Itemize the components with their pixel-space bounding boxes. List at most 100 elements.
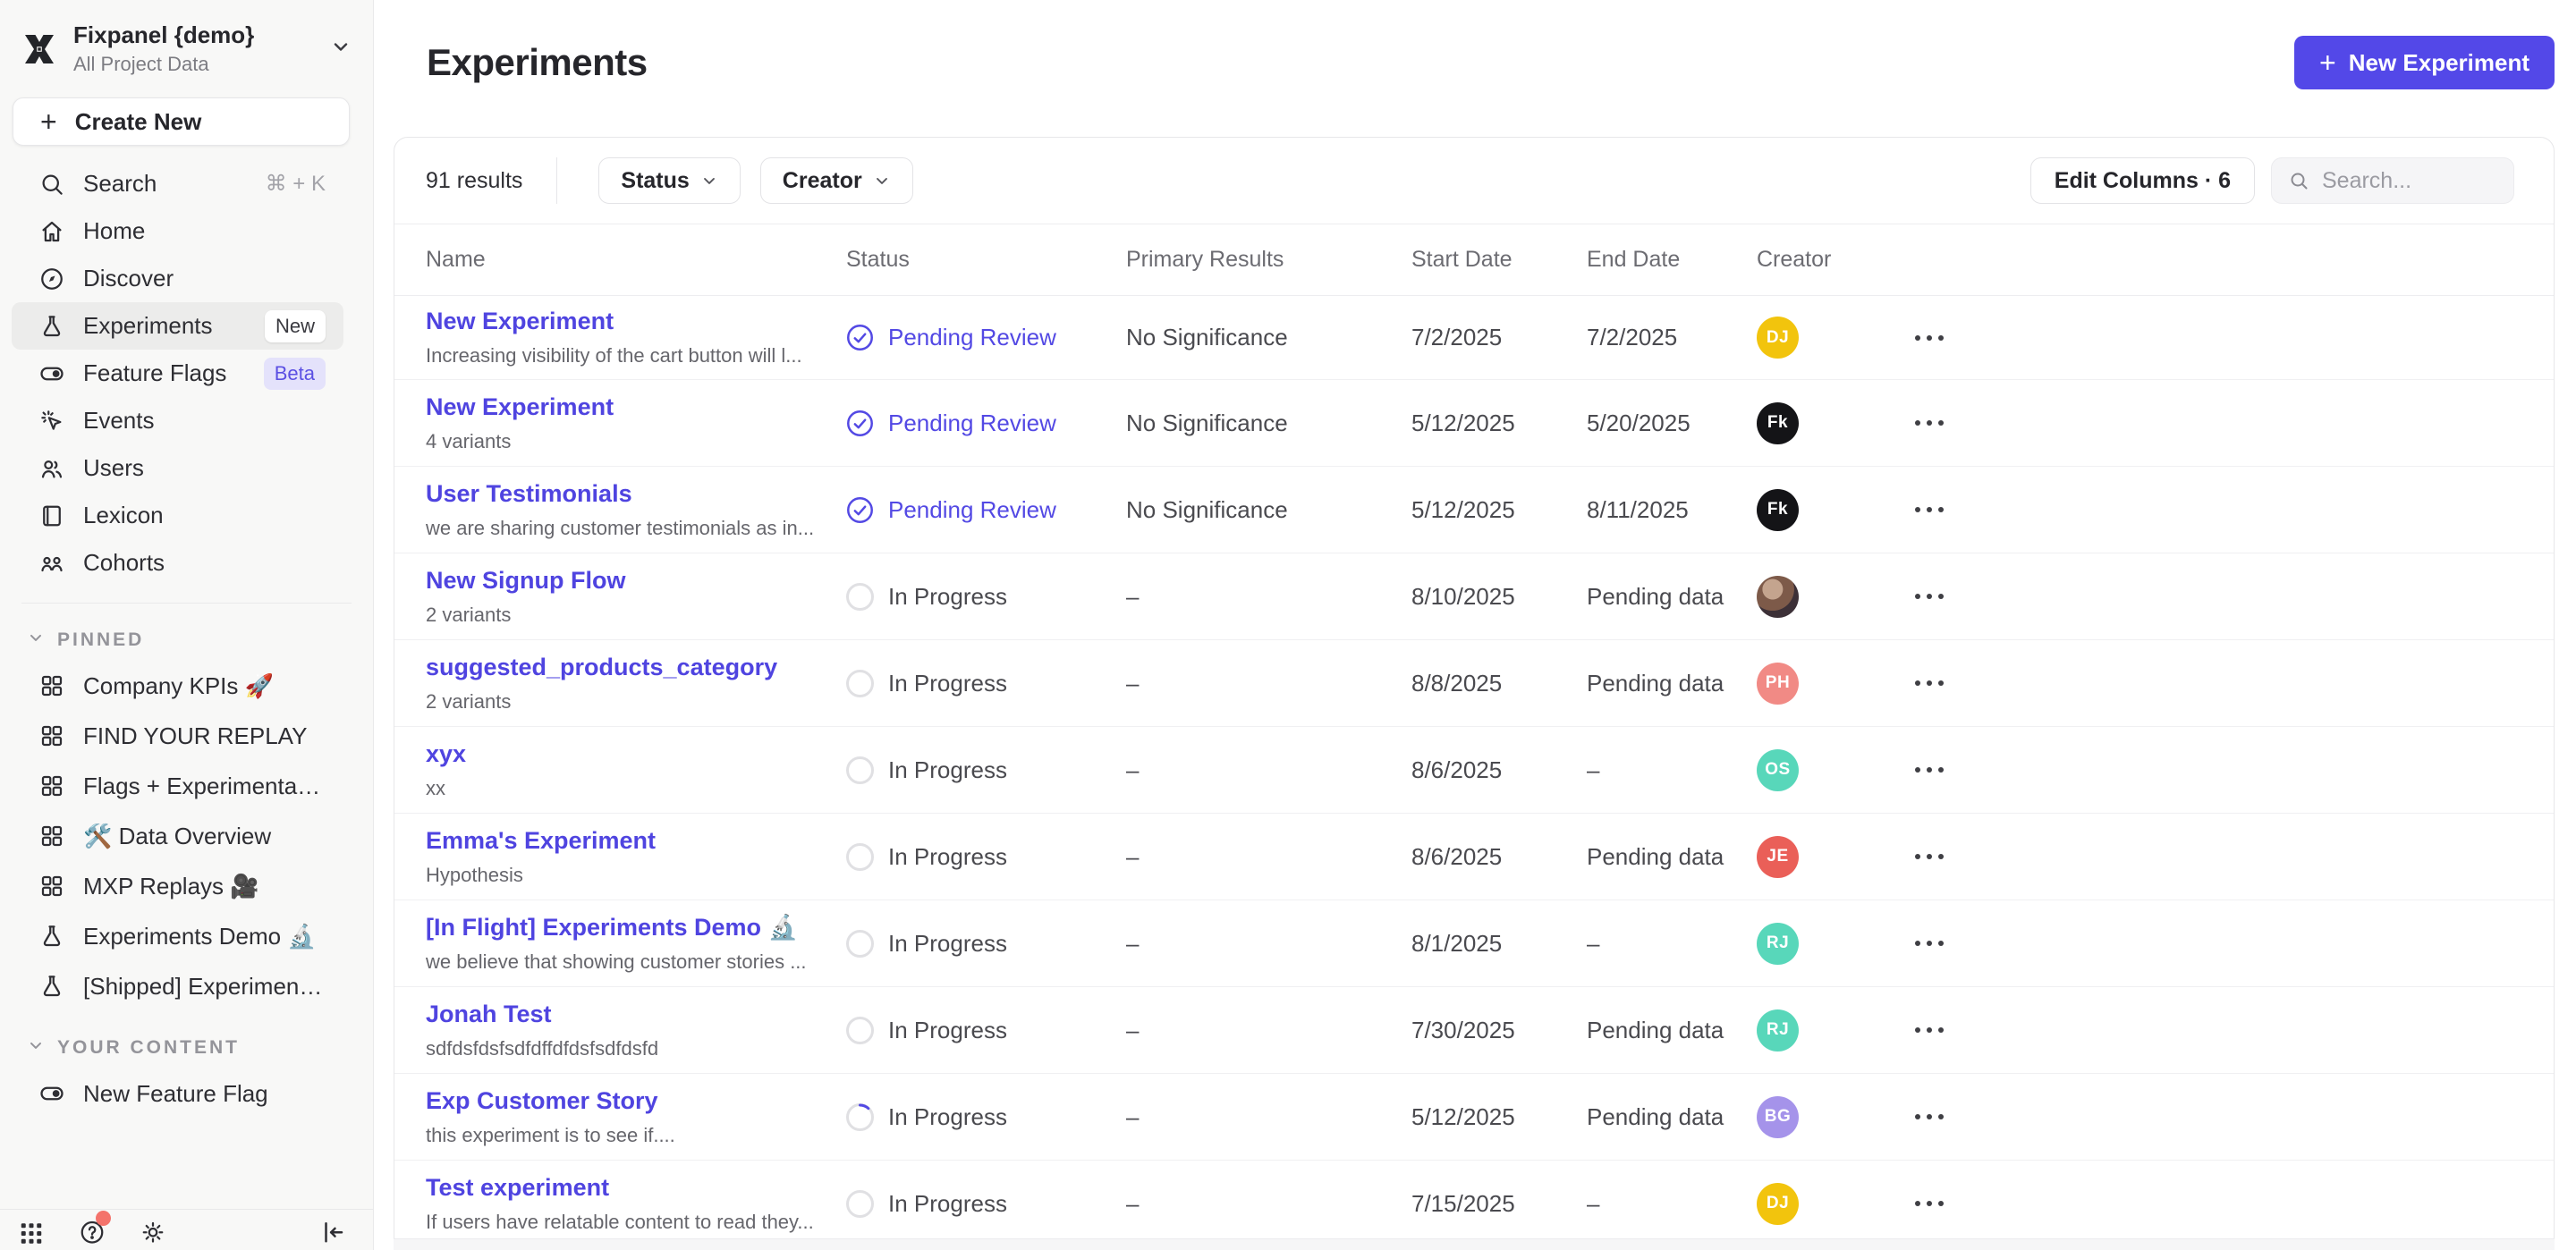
experiment-name-cell: New ExperimentIncreasing visibility of t… — [426, 308, 846, 367]
sidebar-item-discover[interactable]: Discover — [12, 255, 343, 302]
settings-gear-icon[interactable] — [140, 1216, 168, 1245]
sidebar-item-flags-experimentation-demo[interactable]: Flags + Experimentation Demo — [12, 761, 343, 811]
status-filter-button[interactable]: Status — [598, 157, 740, 204]
help-icon[interactable] — [79, 1216, 107, 1245]
creator-cell: JE — [1757, 836, 1888, 878]
row-menu-button[interactable] — [1915, 758, 2522, 781]
experiment-link[interactable]: xyx — [426, 740, 819, 768]
sidebar-item-shipped-experiments-demo[interactable]: [Shipped] Experiments Demo 🖊️ — [12, 961, 343, 1011]
section-header-pinned[interactable]: PINNED — [0, 604, 373, 661]
sidebar-item-new-feature-flag[interactable]: New Feature Flag — [12, 1068, 343, 1119]
status-cell: In Progress — [846, 1017, 1126, 1044]
row-menu-button[interactable] — [1915, 845, 2522, 868]
page-title: Experiments — [427, 41, 648, 84]
experiment-link[interactable]: New Signup Flow — [426, 567, 819, 595]
row-menu-button[interactable] — [1915, 498, 2522, 521]
row-menu-button[interactable] — [1915, 671, 2522, 695]
sidebar-item-experiments[interactable]: ExperimentsNew — [12, 302, 343, 350]
edit-columns-button[interactable]: Edit Columns · 6 — [2030, 157, 2255, 204]
sidebar-item-mxp-replays[interactable]: MXP Replays 🎥 — [12, 861, 343, 911]
sidebar-item-find-your-replay[interactable]: FIND YOUR REPLAY — [12, 711, 343, 761]
experiment-name-cell: xyx xx — [426, 740, 846, 800]
apps-grid-icon[interactable] — [18, 1216, 47, 1245]
collapse-sidebar-icon[interactable] — [319, 1216, 348, 1245]
creator-filter-button[interactable]: Creator — [760, 157, 913, 204]
cohorts-icon — [38, 550, 65, 577]
sidebar-item-experiments-demo[interactable]: Experiments Demo 🔬 — [12, 911, 343, 961]
chevron-down-icon — [873, 172, 891, 190]
row-menu-button[interactable] — [1915, 932, 2522, 955]
end-date-cell: – — [1587, 756, 1757, 784]
sidebar-item-label: Discover — [83, 265, 326, 292]
new-experiment-button[interactable]: + New Experiment — [2294, 36, 2555, 89]
avatar: OS — [1757, 749, 1799, 791]
row-menu-cell — [1888, 671, 2522, 695]
sidebar-item-search[interactable]: Search⌘ + K — [12, 160, 343, 207]
row-menu-cell — [1888, 1018, 2522, 1042]
row-menu-button[interactable] — [1915, 1018, 2522, 1042]
primary-results-cell: – — [1126, 843, 1411, 871]
sidebar-item-lexicon[interactable]: Lexicon — [12, 492, 343, 539]
primary-results-cell: – — [1126, 1103, 1411, 1131]
events-icon — [38, 408, 65, 435]
sidebar-item-home[interactable]: Home — [12, 207, 343, 255]
experiments-table-card: 91 results Status Creator Edit Columns ·… — [394, 137, 2555, 1250]
experiment-link[interactable]: Emma's Experiment — [426, 827, 819, 855]
experiment-link[interactable]: New Experiment — [426, 393, 819, 421]
creator-cell: Fk — [1757, 402, 1888, 444]
primary-results-cell: – — [1126, 1190, 1411, 1218]
row-menu-button[interactable] — [1915, 1105, 2522, 1128]
home-icon — [38, 218, 65, 245]
creator-cell: DJ — [1757, 1183, 1888, 1225]
experiment-subtitle: sdfdsfdsfsdfdffdfdsfsdfdsfd — [426, 1037, 819, 1060]
column-header-creator: Creator — [1757, 247, 1888, 273]
sidebar-item-cohorts[interactable]: Cohorts — [12, 539, 343, 587]
table-row: New Experiment4 variantsPending ReviewNo… — [394, 380, 2554, 467]
avatar: RJ — [1757, 1009, 1799, 1052]
flask-icon — [38, 973, 65, 1000]
row-menu-button[interactable] — [1915, 411, 2522, 435]
row-menu-cell — [1888, 326, 2522, 350]
sidebar-item-label: Events — [83, 407, 326, 435]
experiment-link[interactable]: User Testimonials — [426, 480, 819, 508]
toggle-icon — [38, 360, 65, 387]
row-menu-button[interactable] — [1915, 585, 2522, 608]
avatar: JE — [1757, 836, 1799, 878]
project-scope: All Project Data — [73, 53, 314, 76]
status-label: In Progress — [888, 670, 1007, 697]
sidebar-item-users[interactable]: Users — [12, 444, 343, 492]
row-menu-cell — [1888, 758, 2522, 781]
sidebar-item-events[interactable]: Events — [12, 397, 343, 444]
chevron-down-icon — [330, 36, 352, 62]
experiment-link[interactable]: New Experiment — [426, 308, 819, 335]
sidebar-item-company-kpis[interactable]: Company KPIs 🚀 — [12, 661, 343, 711]
project-switcher[interactable]: Fixpanel {demo} All Project Data — [0, 0, 373, 85]
end-date-cell: 8/11/2025 — [1587, 496, 1757, 524]
sidebar-bottom-bar — [0, 1209, 373, 1250]
table-row: Exp Customer Story this experiment is to … — [394, 1074, 2554, 1161]
sidebar-item-label: 🛠️ Data Overview — [83, 823, 326, 850]
create-new-button[interactable]: + Create New — [13, 97, 350, 146]
flask-icon — [38, 313, 65, 340]
board-icon — [38, 823, 65, 849]
row-menu-button[interactable] — [1915, 326, 2522, 350]
status-label: In Progress — [888, 583, 1007, 611]
section-header-your-content[interactable]: YOUR CONTENT — [0, 1011, 373, 1068]
status-progress-icon — [846, 930, 874, 958]
experiment-subtitle: this experiment is to see if.... — [426, 1124, 819, 1147]
experiment-subtitle: xx — [426, 777, 819, 800]
search-input[interactable] — [2322, 168, 2497, 194]
experiment-link[interactable]: Jonah Test — [426, 1001, 819, 1028]
table-row: xyxxxIn Progress–8/6/2025–OS — [394, 727, 2554, 814]
experiment-link[interactable]: [In Flight] Experiments Demo 🔬 — [426, 913, 819, 942]
sidebar-item-feature-flags[interactable]: Feature FlagsBeta — [12, 350, 343, 397]
experiment-link[interactable]: suggested_products_category — [426, 654, 819, 681]
experiment-link[interactable]: Test experiment — [426, 1174, 819, 1202]
project-name: Fixpanel {demo} — [73, 21, 314, 49]
experiment-link[interactable]: Exp Customer Story — [426, 1087, 819, 1115]
status-progress-icon — [846, 583, 874, 611]
start-date-cell: 8/6/2025 — [1411, 843, 1587, 871]
experiment-name-cell: New Experiment4 variants — [426, 393, 846, 453]
sidebar-item-data-overview[interactable]: 🛠️ Data Overview — [12, 811, 343, 861]
row-menu-button[interactable] — [1915, 1192, 2522, 1215]
